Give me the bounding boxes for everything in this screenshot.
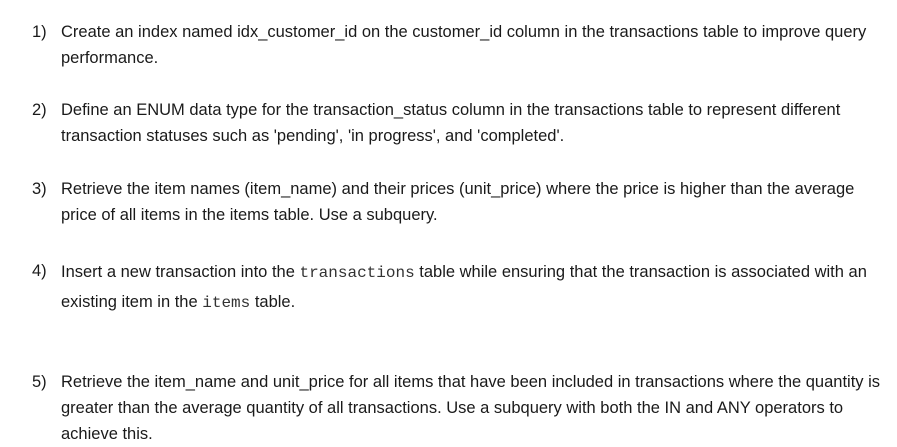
list-item: 3) Retrieve the item names (item_name) a… bbox=[32, 176, 882, 228]
item-text-part: Insert a new transaction into the bbox=[61, 263, 300, 281]
list-item: 2) Define an ENUM data type for the tran… bbox=[32, 97, 882, 149]
item-text-part: table. bbox=[250, 293, 296, 311]
item-number: 1) bbox=[32, 23, 47, 41]
list-item: 5) Retrieve the item_name and unit_price… bbox=[32, 369, 882, 447]
item-number: 4) bbox=[32, 262, 47, 280]
item-text: Retrieve the item_name and unit_price fo… bbox=[61, 373, 881, 443]
code-transactions: transactions bbox=[299, 264, 415, 282]
item-text: Insert a new transaction into the transa… bbox=[61, 258, 882, 318]
list-item: 4) Insert a new transaction into the tra… bbox=[32, 258, 882, 318]
item-number: 3) bbox=[32, 180, 47, 198]
item-number: 2) bbox=[32, 101, 47, 119]
item-text: Retrieve the item names (item_name) and … bbox=[61, 180, 855, 224]
item-text: Create an index named idx_customer_id on… bbox=[61, 23, 867, 67]
list-item: 1) Create an index named idx_customer_id… bbox=[32, 19, 882, 71]
item-number: 5) bbox=[32, 373, 47, 391]
code-items: items bbox=[202, 294, 251, 312]
item-text: Define an ENUM data type for the transac… bbox=[61, 101, 841, 145]
